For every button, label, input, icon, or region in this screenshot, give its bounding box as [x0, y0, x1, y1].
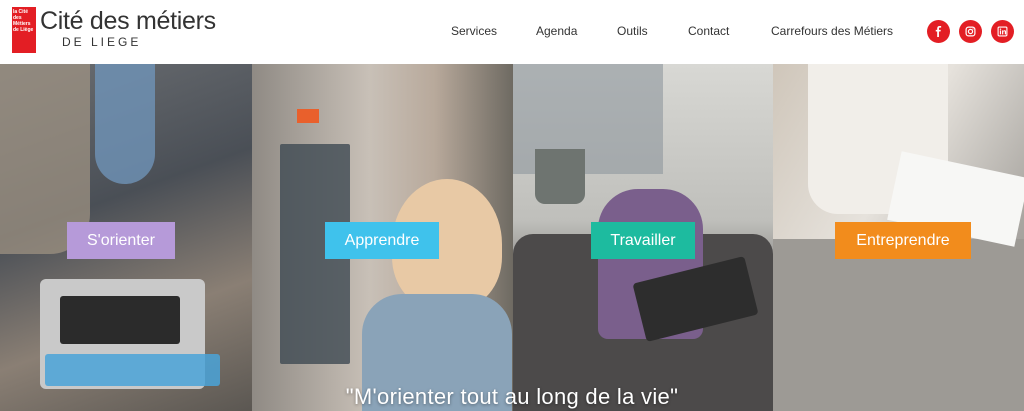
photo-shape	[297, 109, 319, 123]
category-travailler-button[interactable]: Travailler	[591, 222, 695, 259]
photo-shape	[535, 149, 585, 204]
photo-shape	[95, 64, 155, 184]
facebook-icon	[935, 26, 942, 37]
linkedin-icon	[997, 26, 1008, 37]
instagram-icon	[965, 26, 976, 37]
category-entreprendre-button[interactable]: Entreprendre	[835, 222, 971, 259]
nav-carrefours-des-metiers[interactable]: Carrefours des Métiers	[771, 24, 893, 38]
logo-text: Cité des métiers DE LIEGE	[40, 7, 216, 49]
logo-subtitle: DE LIEGE	[62, 35, 142, 49]
nav-contact[interactable]: Contact	[688, 24, 729, 38]
nav-outils[interactable]: Outils	[617, 24, 648, 38]
nav-agenda[interactable]: Agenda	[536, 24, 577, 38]
linkedin-button[interactable]	[991, 20, 1014, 43]
instagram-button[interactable]	[959, 20, 982, 43]
nav-services[interactable]: Services	[451, 24, 497, 38]
logo-title: Cité des métiers	[40, 7, 216, 35]
hero-section: S'orienter Apprendre Travailler Entrepre…	[0, 64, 1024, 411]
site-header: la Cité des Métiers de Liège Cité des mé…	[0, 0, 1024, 64]
logo-badge-line: de Liège	[13, 27, 34, 33]
logo-badge-line: des Métiers	[13, 15, 31, 27]
photo-shape	[60, 296, 180, 344]
site-logo[interactable]: la Cité des Métiers de Liège Cité des mé…	[12, 7, 216, 53]
facebook-button[interactable]	[927, 20, 950, 43]
logo-badge: la Cité des Métiers de Liège	[12, 7, 36, 53]
category-apprendre-button[interactable]: Apprendre	[325, 222, 439, 259]
category-orienter-button[interactable]: S'orienter	[67, 222, 175, 259]
hero-tagline: "M'orienter tout au long de la vie"	[345, 384, 679, 409]
photo-shape	[45, 354, 220, 386]
